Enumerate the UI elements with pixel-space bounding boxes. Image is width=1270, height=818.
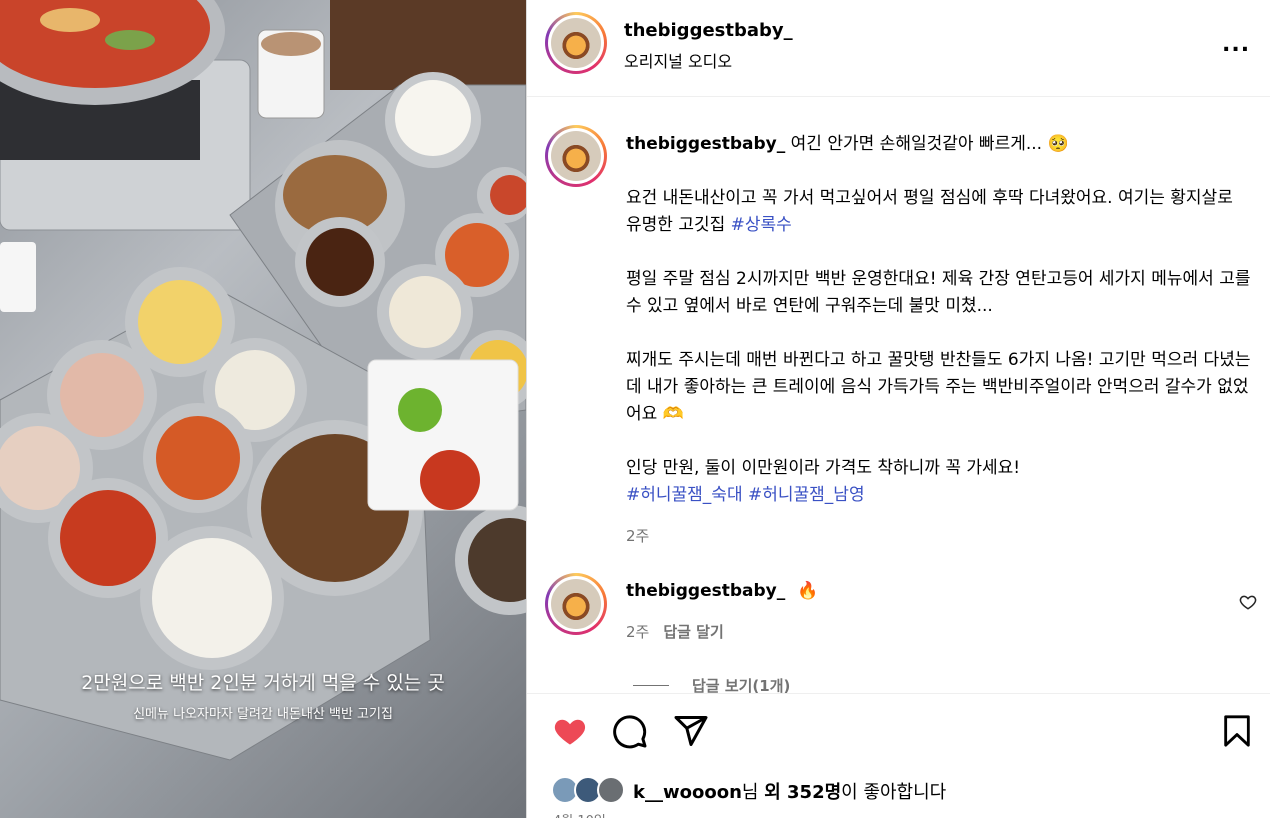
hashtag-link[interactable]: #허니꿀잼_남영 bbox=[748, 485, 865, 505]
comment-timestamp[interactable]: 2주 bbox=[626, 623, 649, 641]
view-replies-button[interactable]: 답글 보기(1개) bbox=[692, 675, 790, 693]
fire-emoji: 🔥 bbox=[797, 581, 819, 601]
heart-icon[interactable] bbox=[551, 713, 589, 749]
comment-meta: 2주 답글 달기 bbox=[626, 621, 724, 642]
caption-para2: 요건 내돈내산이고 꼭 가서 먹고싶어서 평일 점심에 후딱 다녀왔어요. 여기… bbox=[626, 188, 1233, 235]
comment-avatar[interactable] bbox=[545, 573, 607, 635]
caption-para4: 찌개도 주시는데 매번 바뀐다고 하고 꿀맛탱 반찬들도 6가지 나옴! 고기만… bbox=[626, 350, 1251, 424]
pleading-emoji: 🥺 bbox=[1047, 134, 1069, 154]
liker-avatar[interactable] bbox=[597, 776, 625, 804]
caption-para5: 인당 만원, 둘이 이만원이라 가격도 착하니까 꼭 가세요! bbox=[626, 458, 1021, 478]
caption-username[interactable]: thebiggestbaby_ bbox=[626, 134, 785, 154]
video-caption-main: 2만원으로 백반 2인분 거하게 먹을 수 있는 곳 bbox=[81, 672, 445, 694]
caption-line1: 여긴 안가면 손해일것같아 빠르게... bbox=[790, 134, 1043, 154]
actions-divider bbox=[527, 693, 1270, 694]
comment-like-heart-icon[interactable] bbox=[1239, 593, 1257, 611]
author-username[interactable]: thebiggestbaby_ bbox=[624, 20, 793, 41]
hashtag-link[interactable]: #상록수 bbox=[731, 215, 792, 235]
post-panel: thebiggestbaby_ 오리지널 오디오 ... thebiggestb… bbox=[526, 0, 1270, 818]
original-audio-link[interactable]: 오리지널 오디오 bbox=[624, 48, 732, 72]
comment-username[interactable]: thebiggestbaby_ bbox=[626, 581, 785, 601]
video-caption-sub: 신메뉴 나오자마자 달려간 내돈내산 백반 고기집 bbox=[133, 707, 393, 722]
reel-video[interactable]: 2만원으로 백반 2인분 거하게 먹을 수 있는 곳 신메뉴 나오자마자 달려간… bbox=[0, 0, 526, 818]
liker-username[interactable]: k__woooon bbox=[633, 782, 742, 803]
comments-section[interactable]: thebiggestbaby_ 여긴 안가면 손해일것같아 빠르게... 🥺 요… bbox=[527, 97, 1270, 693]
view-replies-line bbox=[633, 685, 669, 686]
caption-para3: 평일 주말 점심 2시까지만 백반 운영한대요! 제육 간장 연탄고등어 세가지… bbox=[626, 269, 1251, 316]
caption-avatar[interactable] bbox=[545, 125, 607, 187]
likes-count[interactable]: 외 352명 bbox=[764, 782, 841, 803]
reply-button[interactable]: 답글 달기 bbox=[663, 623, 723, 641]
more-icon[interactable]: ... bbox=[1222, 32, 1250, 57]
hashtag-link[interactable]: #허니꿀잼_숙대 bbox=[626, 485, 743, 505]
caption-timestamp[interactable]: 2주 bbox=[626, 523, 1251, 550]
heart-hands-emoji: 🫶 bbox=[662, 404, 684, 424]
author-avatar[interactable] bbox=[545, 12, 607, 74]
post-date: 4월 10일 bbox=[553, 810, 606, 818]
bookmark-icon[interactable] bbox=[1220, 713, 1254, 749]
comment-item: thebiggestbaby_ 🔥 bbox=[626, 581, 818, 601]
likes-summary[interactable]: k__woooon님 외 352명이 좋아합니다 bbox=[633, 778, 946, 804]
comment-icon[interactable] bbox=[612, 713, 648, 749]
instagram-post-view: 2만원으로 백반 2인분 거하게 먹을 수 있는 곳 신메뉴 나오자마자 달려간… bbox=[0, 0, 1270, 818]
post-caption: thebiggestbaby_ 여긴 안가면 손해일것같아 빠르게... 🥺 요… bbox=[626, 131, 1251, 550]
food-photo bbox=[0, 0, 526, 761]
share-icon[interactable] bbox=[673, 713, 709, 749]
